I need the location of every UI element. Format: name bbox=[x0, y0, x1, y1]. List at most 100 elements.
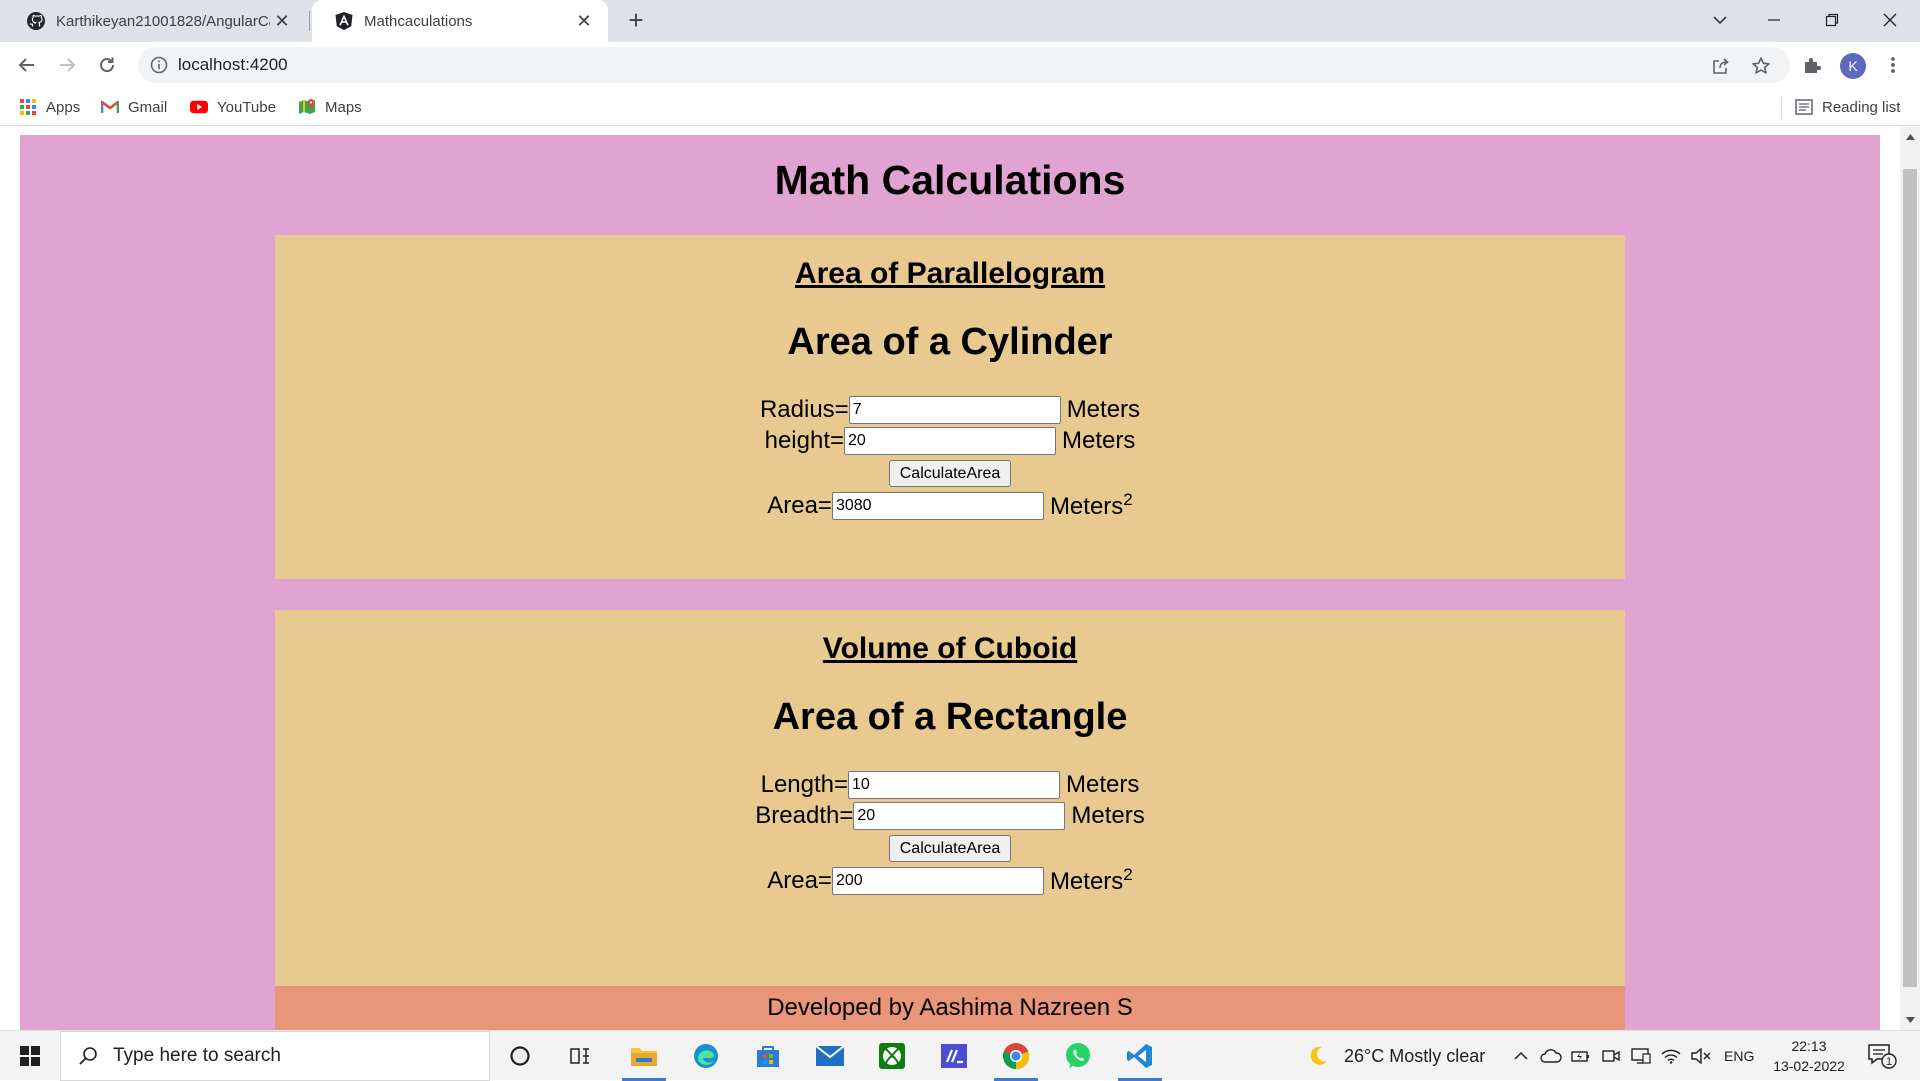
wifi-icon[interactable] bbox=[1660, 1045, 1682, 1067]
display-icon[interactable] bbox=[1630, 1045, 1652, 1067]
show-hidden-icons-chevron-icon[interactable] bbox=[1510, 1045, 1532, 1067]
close-tab-icon[interactable]: ✕ bbox=[270, 9, 294, 33]
cortana-icon[interactable] bbox=[494, 1031, 546, 1081]
bookmark-maps[interactable]: Maps bbox=[298, 96, 362, 118]
calculate-area-button[interactable]: CalculateArea bbox=[888, 835, 1012, 862]
clock[interactable]: 22:13 13-02-2022 bbox=[1766, 1036, 1852, 1076]
taskbar-search-box[interactable]: Type here to search bbox=[60, 1031, 490, 1081]
search-icon bbox=[79, 1047, 97, 1065]
notification-count: 1 bbox=[1886, 1056, 1892, 1068]
height-unit: Meters bbox=[1062, 427, 1136, 454]
windows-taskbar: Type here to search 26°C Mostly clear EN… bbox=[0, 1030, 1920, 1081]
onedrive-cloud-icon[interactable] bbox=[1540, 1045, 1562, 1067]
breadth-input[interactable] bbox=[853, 802, 1066, 830]
bookmarks-bar: Apps Gmail YouTube Maps Reading list bbox=[0, 88, 1920, 126]
clock-time: 22:13 bbox=[1791, 1038, 1827, 1054]
tab-title: Karthikeyan21001828/AngularCa bbox=[56, 12, 270, 30]
battery-charging-icon[interactable] bbox=[1570, 1045, 1592, 1067]
area-unit-text: Meters bbox=[1049, 868, 1124, 895]
input-language-indicator[interactable]: ENG bbox=[1724, 1031, 1754, 1081]
close-tab-icon[interactable]: ✕ bbox=[572, 9, 596, 33]
scroll-up-arrow-icon[interactable] bbox=[1900, 127, 1920, 147]
minimize-icon[interactable] bbox=[1750, 0, 1798, 40]
code-editor-icon[interactable] bbox=[928, 1031, 980, 1081]
reload-icon[interactable] bbox=[91, 49, 123, 81]
bookmarks-divider bbox=[1781, 98, 1782, 118]
radius-input[interactable] bbox=[848, 396, 1061, 424]
calculate-row: CalculateArea bbox=[275, 835, 1625, 862]
tab-github[interactable]: Karthikeyan21001828/AngularCa ✕ bbox=[4, 0, 310, 42]
meet-now-icon[interactable] bbox=[1600, 1045, 1622, 1067]
tab-search-icon[interactable] bbox=[1696, 0, 1744, 40]
length-unit: Meters bbox=[1066, 771, 1140, 798]
back-arrow-icon[interactable] bbox=[11, 49, 43, 81]
volume-muted-icon[interactable] bbox=[1690, 1045, 1712, 1067]
bookmark-youtube[interactable]: YouTube bbox=[190, 96, 276, 118]
weather-widget[interactable]: 26°C Mostly clear bbox=[1306, 1031, 1485, 1081]
task-view-icon[interactable] bbox=[554, 1031, 606, 1081]
profile-avatar[interactable]: K bbox=[1840, 53, 1866, 79]
vscode-icon[interactable] bbox=[1114, 1031, 1166, 1081]
notification-center-icon[interactable]: 1 bbox=[1866, 1041, 1898, 1071]
microsoft-store-icon[interactable] bbox=[742, 1031, 794, 1081]
area-result-input[interactable] bbox=[831, 491, 1044, 520]
new-tab-button[interactable]: + bbox=[622, 7, 650, 35]
bookmark-gmail[interactable]: Gmail bbox=[101, 96, 167, 118]
angular-icon bbox=[334, 11, 354, 31]
browser-tab-strip: Karthikeyan21001828/AngularCa ✕ Mathcacu… bbox=[0, 0, 1920, 42]
reading-list-icon bbox=[1795, 98, 1813, 116]
page-title: Math Calculations bbox=[774, 157, 1126, 203]
bookmark-label: Gmail bbox=[128, 98, 168, 116]
calculate-area-button[interactable]: CalculateArea bbox=[888, 460, 1012, 487]
edge-icon[interactable] bbox=[680, 1031, 732, 1081]
chrome-icon[interactable] bbox=[990, 1031, 1042, 1081]
length-row: Length= Meters bbox=[275, 771, 1625, 799]
height-input[interactable] bbox=[844, 427, 1057, 455]
area-unit: Meters2 bbox=[1050, 490, 1133, 521]
bookmark-label: Maps bbox=[325, 98, 362, 116]
area-label: Area= bbox=[767, 866, 832, 894]
cylinder-area-card: Area of Parallelogram Area of a Cylinder… bbox=[275, 235, 1625, 579]
site-info-icon[interactable] bbox=[150, 56, 168, 74]
share-icon[interactable] bbox=[1710, 55, 1732, 77]
rectangle-area-card: Volume of Cuboid Area of a Rectangle Len… bbox=[275, 610, 1625, 986]
height-row: height= Meters bbox=[275, 427, 1625, 455]
extensions-puzzle-icon[interactable] bbox=[1798, 51, 1826, 79]
whatsapp-icon[interactable] bbox=[1052, 1031, 1104, 1081]
card-heading: Volume of Cuboid bbox=[822, 632, 1078, 665]
app-container: Math Calculations Area of Parallelogram … bbox=[20, 135, 1880, 1030]
result-row: Area= Meters2 bbox=[275, 490, 1625, 521]
scrollbar-thumb[interactable] bbox=[1903, 169, 1917, 987]
reading-list-button[interactable]: Reading list bbox=[1795, 96, 1900, 118]
radius-row: Radius= Meters bbox=[275, 396, 1625, 424]
card-subtitle: Area of a Cylinder bbox=[787, 321, 1113, 363]
bookmark-label: Apps bbox=[46, 98, 81, 116]
forward-arrow-icon[interactable] bbox=[51, 49, 83, 81]
windows-start-icon[interactable] bbox=[0, 1031, 60, 1081]
file-explorer-icon[interactable] bbox=[618, 1031, 670, 1081]
bookmark-apps[interactable]: Apps bbox=[19, 96, 80, 118]
more-menu-icon[interactable] bbox=[1879, 51, 1907, 79]
length-input[interactable] bbox=[848, 771, 1061, 799]
tab-title: Mathcaculations bbox=[364, 12, 473, 30]
restore-window-icon[interactable] bbox=[1808, 0, 1856, 40]
height-label: height= bbox=[764, 427, 845, 454]
scroll-down-arrow-icon[interactable] bbox=[1900, 1010, 1920, 1030]
apps-grid-icon bbox=[19, 98, 37, 116]
address-bar[interactable]: localhost:4200 bbox=[138, 47, 1790, 83]
reading-list-label: Reading list bbox=[1822, 98, 1901, 116]
clock-date: 13-02-2022 bbox=[1773, 1058, 1845, 1074]
close-window-icon[interactable] bbox=[1866, 0, 1914, 40]
moon-weather-icon bbox=[1310, 1046, 1327, 1065]
tab-mathcaculations[interactable]: Mathcaculations ✕ bbox=[312, 0, 608, 42]
mail-icon[interactable] bbox=[804, 1031, 856, 1081]
area-result-input[interactable] bbox=[831, 866, 1044, 895]
page-scrollbar[interactable] bbox=[1900, 127, 1920, 1030]
page-footer: Developed by Aashima Nazreen S bbox=[275, 986, 1625, 1030]
bookmark-star-icon[interactable] bbox=[1750, 55, 1772, 77]
area-unit-text: Meters bbox=[1049, 493, 1124, 520]
gmail-icon bbox=[101, 98, 119, 116]
xbox-icon[interactable] bbox=[866, 1031, 918, 1081]
radius-unit: Meters bbox=[1066, 396, 1141, 423]
browser-toolbar: localhost:4200 K bbox=[0, 42, 1920, 88]
